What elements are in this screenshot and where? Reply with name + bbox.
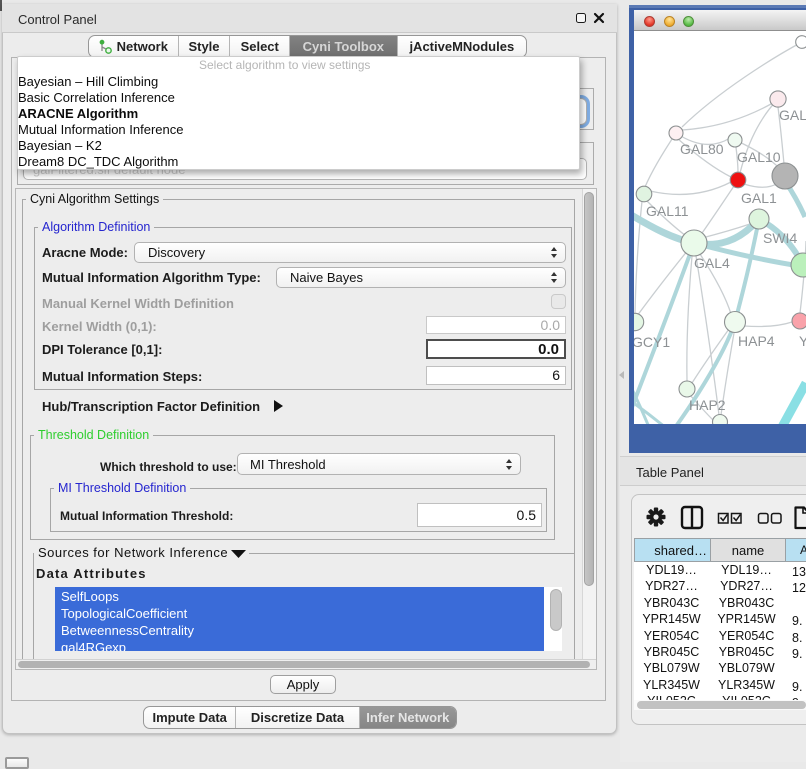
svg-text:HAP2: HAP2 xyxy=(689,397,726,413)
svg-text:GAL4: GAL4 xyxy=(694,255,730,271)
svg-text:Y: Y xyxy=(799,333,806,349)
svg-text:GAL10: GAL10 xyxy=(737,149,781,165)
svg-text:GAL: GAL xyxy=(779,107,806,123)
svg-text:HAP4: HAP4 xyxy=(738,333,775,349)
svg-text:GCY1: GCY1 xyxy=(634,334,670,350)
svg-text:GAL11: GAL11 xyxy=(646,203,689,219)
svg-text:GAL1: GAL1 xyxy=(741,190,777,206)
svg-text:SWI4: SWI4 xyxy=(763,230,797,246)
svg-text:GAL80: GAL80 xyxy=(680,141,724,157)
